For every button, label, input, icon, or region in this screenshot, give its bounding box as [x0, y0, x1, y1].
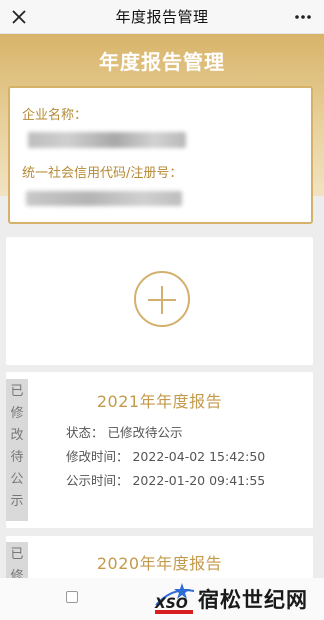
close-icon[interactable] [6, 4, 32, 30]
report-card-2021[interactable]: 已 修 改 待 公 示 2021年年度报告 状态： 已修改待公示 修改时间： 2… [6, 372, 313, 528]
status-tag-char: 待 [10, 450, 24, 465]
status-tag-char: 公 [10, 472, 24, 487]
add-icon-vertical [161, 286, 163, 314]
window-title: 年度报告管理 [115, 8, 209, 26]
company-name-label: 企业名称： [22, 108, 88, 123]
watermark-brand: 宿松世纪网 [198, 587, 308, 612]
status-tag-char: 示 [10, 494, 24, 509]
report-title: 2020年年度报告 [96, 554, 223, 573]
add-icon[interactable] [134, 271, 190, 327]
close-icon-glyph [12, 10, 26, 24]
report-title: 2021年年度报告 [96, 392, 223, 411]
company-name-redacted [28, 132, 186, 148]
watermark-logo-text: XSO [154, 596, 188, 612]
more-icon-glyph [295, 15, 311, 19]
watermark-logo: XSO [154, 583, 195, 614]
credit-code-redacted [26, 191, 182, 206]
add-report-card[interactable] [6, 237, 313, 365]
report-modified-time: 修改时间： 2022-04-02 15:42:50 [66, 449, 266, 464]
watermark: XSO 宿松世纪网 [152, 579, 320, 617]
credit-code-label: 统一社会信用代码/注册号： [22, 166, 183, 181]
more-icon[interactable] [290, 4, 316, 30]
company-info-card: 企业名称： 统一社会信用代码/注册号： [8, 86, 313, 224]
report-status: 状态： 已修改待公示 [66, 425, 183, 440]
top-nav-bar: 年度报告管理 [0, 0, 324, 34]
report-published-time: 公示时间： 2022-01-20 09:41:55 [66, 473, 266, 488]
checkbox[interactable] [66, 591, 78, 603]
page-title: 年度报告管理 [99, 50, 225, 74]
status-tag-char: 改 [10, 428, 24, 443]
